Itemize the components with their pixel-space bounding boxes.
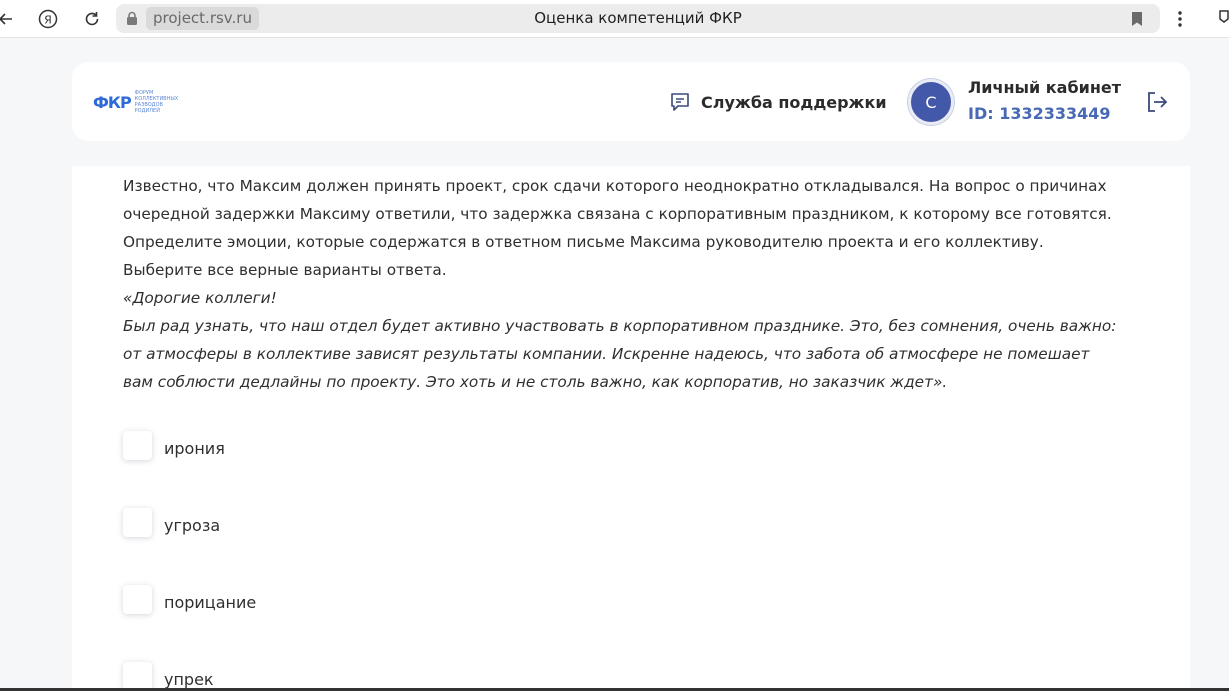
question-line: Выберите все верные варианты ответа.: [123, 261, 447, 279]
logout-icon[interactable]: [1145, 91, 1169, 113]
question-card: Известно, что Максим должен принять прое…: [72, 166, 1190, 691]
logo-mark: ФКР: [93, 92, 132, 112]
answer-label[interactable]: угроза: [164, 516, 220, 535]
answer-option[interactable]: угроза: [123, 507, 220, 537]
letter-line: от атмосферы в коллективе зависят резуль…: [123, 345, 1090, 363]
letter-line: вам соблюсти дедлайны по проекту. Это хо…: [123, 373, 948, 391]
yandex-icon[interactable]: Я: [36, 7, 60, 31]
bookmark-icon[interactable]: [1130, 11, 1144, 27]
logo[interactable]: ФКР ФОРУМ КОЛЛЕКТИВНЫХ РАЗВОДОВ РОДИЛЕЙ: [93, 90, 183, 114]
svg-text:Я: Я: [44, 14, 52, 27]
answer-option[interactable]: ирония: [123, 430, 225, 460]
logo-text: ФОРУМ КОЛЛЕКТИВНЫХ РАЗВОДОВ РОДИЛЕЙ: [134, 90, 179, 114]
question-line: очередной задержки Максиму ответили, что…: [123, 205, 1112, 223]
answer-checkbox[interactable]: [123, 430, 152, 460]
question-line: Известно, что Максим должен принять прое…: [123, 177, 1107, 195]
account-title[interactable]: Личный кабинет: [968, 78, 1121, 97]
answer-label[interactable]: порицание: [164, 593, 256, 612]
browser-toolbar: Я project.rsv.ru Оценка компетенций ФКР: [0, 0, 1229, 38]
answer-checkbox[interactable]: [123, 661, 152, 691]
answer-option[interactable]: упрек: [123, 661, 214, 691]
support-label: Служба поддержки: [701, 92, 887, 112]
back-icon[interactable]: [0, 7, 18, 31]
question-text: Известно, что Максим должен принять прое…: [123, 172, 1153, 396]
site-header: ФКР ФОРУМ КОЛЛЕКТИВНЫХ РАЗВОДОВ РОДИЛЕЙ …: [72, 62, 1190, 141]
answer-label[interactable]: ирония: [164, 439, 225, 458]
letter-line: Был рад узнать, что наш отдел будет акти…: [123, 317, 1117, 335]
answer-option[interactable]: порицание: [123, 584, 256, 614]
tab-title: Оценка компетенций ФКР: [534, 9, 742, 27]
account-id: ID: 1332333449: [968, 104, 1111, 123]
address-bar[interactable]: project.rsv.ru Оценка компетенций ФКР: [116, 4, 1160, 33]
reload-icon[interactable]: [80, 7, 104, 31]
answer-label[interactable]: упрек: [164, 670, 214, 689]
avatar[interactable]: С: [908, 79, 954, 125]
chat-icon: [671, 93, 689, 111]
answer-checkbox[interactable]: [123, 507, 152, 537]
support-link[interactable]: Служба поддержки: [669, 90, 887, 114]
menu-icon[interactable]: [1170, 7, 1190, 31]
question-line: Определите эмоции, которые содержатся в …: [123, 233, 1044, 251]
answer-checkbox[interactable]: [123, 584, 152, 614]
extensions-icon[interactable]: [1214, 7, 1229, 31]
letter-line: «Дорогие коллеги!: [123, 289, 277, 307]
